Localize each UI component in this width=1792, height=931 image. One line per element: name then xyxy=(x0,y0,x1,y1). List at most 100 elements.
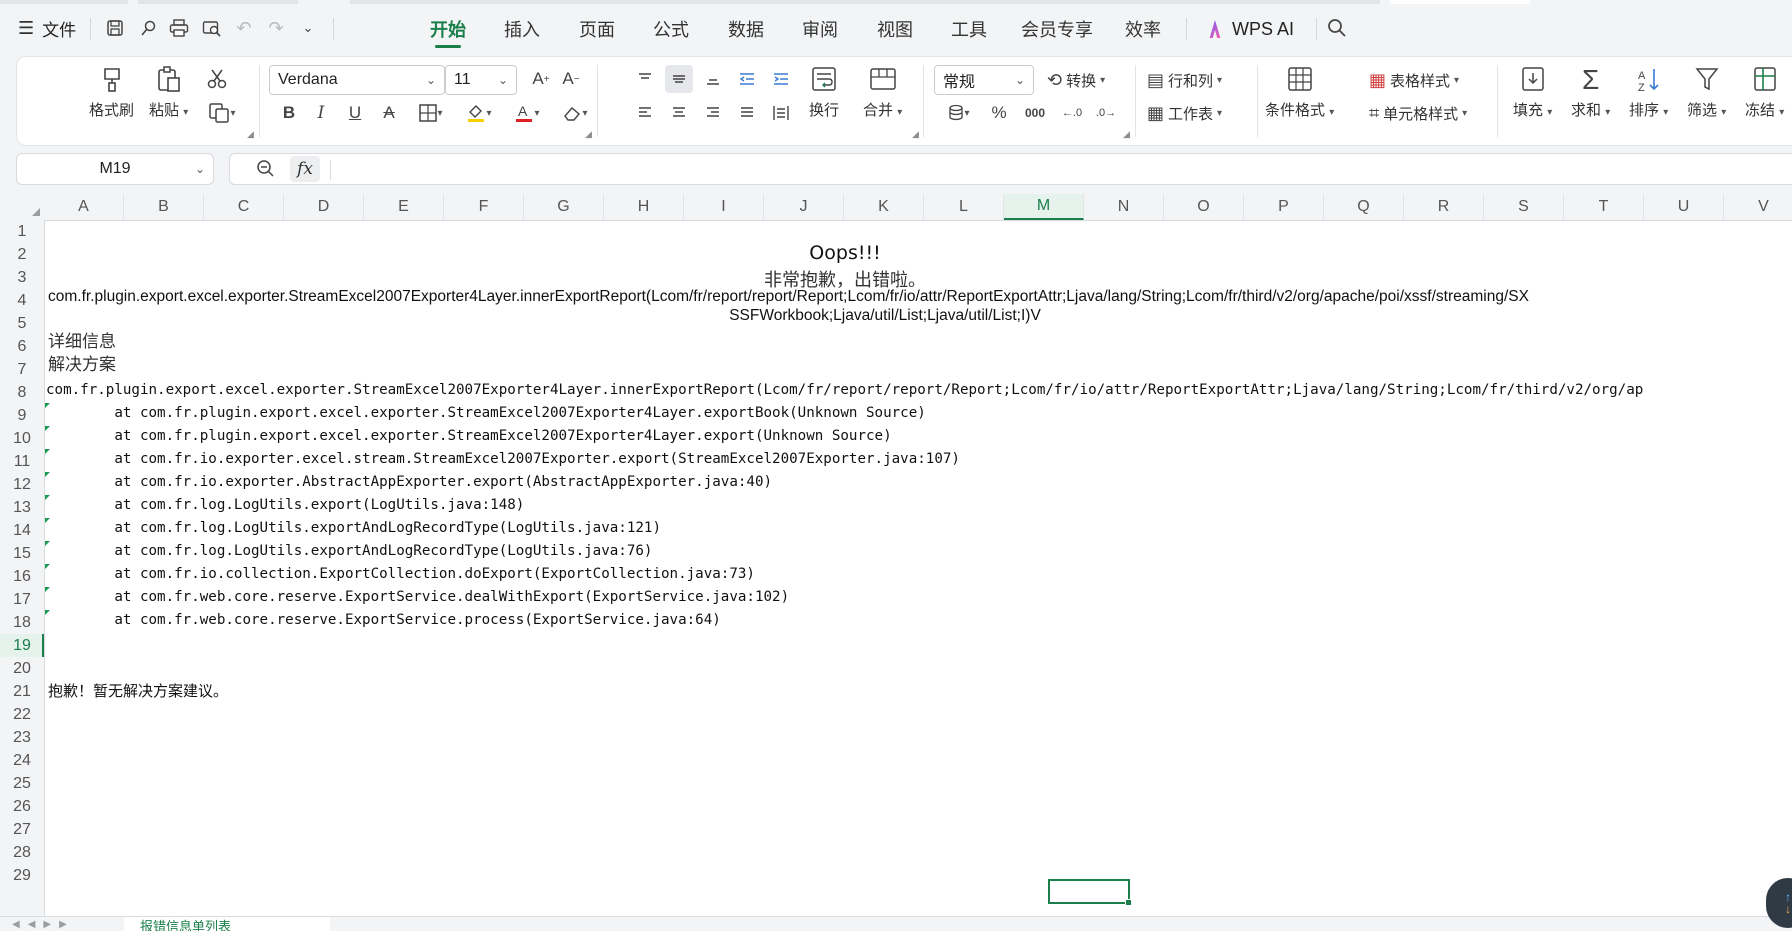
fill-color-button[interactable]: ▾ xyxy=(457,99,501,127)
column-header-j[interactable]: J xyxy=(764,194,844,220)
row-header-18[interactable]: 18 xyxy=(0,611,44,634)
clipboard-expand-icon[interactable]: ◢ xyxy=(247,129,254,140)
tab-insert[interactable]: 插入 xyxy=(500,14,544,44)
row-header-1[interactable]: 1 xyxy=(0,220,44,243)
row-header-5[interactable]: 5 xyxy=(0,312,44,335)
sort-button[interactable]: AZ 排序 ▾ xyxy=(1629,65,1668,120)
tab-home[interactable]: 开始 xyxy=(426,14,470,44)
column-header-q[interactable]: Q xyxy=(1324,194,1404,220)
row-header-6[interactable]: 6 xyxy=(0,335,44,358)
justify-icon[interactable] xyxy=(733,99,761,127)
print-preview-icon[interactable] xyxy=(197,14,227,42)
row-header-25[interactable]: 25 xyxy=(0,772,44,795)
cut-icon[interactable] xyxy=(202,65,232,93)
tab-data[interactable]: 数据 xyxy=(724,14,768,44)
tab-view[interactable]: 视图 xyxy=(873,14,917,44)
paste-button[interactable]: 粘贴 ▾ xyxy=(149,65,188,120)
formula-bar[interactable]: fx xyxy=(229,153,1792,185)
column-header-f[interactable]: F xyxy=(444,194,524,220)
row-header-2[interactable]: 2 xyxy=(0,243,44,266)
cell-style-button[interactable]: ⌗ 单元格样式 ▾ xyxy=(1369,99,1467,127)
column-header-a[interactable]: A xyxy=(44,194,124,220)
merge-button[interactable]: 合并 ▾ xyxy=(863,65,902,120)
file-menu[interactable]: ☰ 文件 xyxy=(18,16,76,41)
distributed-align-icon[interactable] xyxy=(767,99,795,127)
column-header-s[interactable]: S xyxy=(1484,194,1564,220)
clear-button[interactable]: ▾ xyxy=(553,99,597,127)
column-header-r[interactable]: R xyxy=(1404,194,1484,220)
column-header-h[interactable]: H xyxy=(604,194,684,220)
sheet-tab-active[interactable]: 报错信息单列表 xyxy=(124,917,330,931)
align-right-icon[interactable] xyxy=(699,99,727,127)
zoom-formula-icon[interactable] xyxy=(256,159,274,182)
currency-button[interactable]: ▾ xyxy=(937,99,981,127)
thousands-icon[interactable]: 000 xyxy=(1017,99,1053,127)
tab-page[interactable]: 页面 xyxy=(575,14,619,44)
row-header-11[interactable]: 11 xyxy=(0,450,44,473)
row-header-3[interactable]: 3 xyxy=(0,266,44,289)
increase-font-icon[interactable]: A + xyxy=(527,65,555,93)
row-header-22[interactable]: 22 xyxy=(0,703,44,726)
align-top-icon[interactable] xyxy=(631,65,659,93)
filter-button[interactable]: 筛选 ▾ xyxy=(1687,65,1726,120)
row-header-17[interactable]: 17 xyxy=(0,588,44,611)
row-header-19[interactable]: 19 xyxy=(0,634,44,657)
sheet-nav-arrows-icon[interactable]: ◀◀▶▶ xyxy=(12,919,75,930)
underline-icon[interactable]: U xyxy=(341,99,369,127)
font-size-select[interactable]: 11 ⌄ xyxy=(445,65,517,95)
tab-formula[interactable]: 公式 xyxy=(649,14,693,44)
column-header-n[interactable]: N xyxy=(1084,194,1164,220)
freeze-button[interactable]: 冻结 ▾ xyxy=(1745,65,1784,120)
column-header-k[interactable]: K xyxy=(844,194,924,220)
row-header-12[interactable]: 12 xyxy=(0,473,44,496)
more-chevron-icon[interactable]: ⌄ xyxy=(293,14,323,42)
row-header-8[interactable]: 8 xyxy=(0,381,44,404)
window-tab[interactable] xyxy=(350,0,1380,4)
worksheet-button[interactable]: ▦ 工作表 ▾ xyxy=(1147,99,1222,127)
table-style-button[interactable]: ▦ 表格样式 ▾ xyxy=(1369,66,1459,94)
column-header-d[interactable]: D xyxy=(284,194,364,220)
insert-function-icon[interactable]: fx xyxy=(290,156,320,182)
column-header-u[interactable]: U xyxy=(1644,194,1724,220)
column-header-m[interactable]: M xyxy=(1004,194,1084,220)
tab-efficiency[interactable]: 效率 xyxy=(1121,14,1165,44)
align-center-icon[interactable] xyxy=(665,99,693,127)
italic-icon[interactable]: I xyxy=(307,99,335,127)
column-header-v[interactable]: V xyxy=(1724,194,1792,220)
print-icon[interactable] xyxy=(164,14,194,42)
alignment-expand-icon[interactable]: ◢ xyxy=(912,129,919,140)
selected-cell-m19[interactable] xyxy=(1048,879,1132,906)
undo-icon[interactable]: ↶ xyxy=(229,14,259,42)
save-icon[interactable] xyxy=(100,14,130,42)
redo-icon[interactable]: ↷ xyxy=(261,14,291,42)
align-left-icon[interactable] xyxy=(631,99,659,127)
format-painter-icon[interactable] xyxy=(133,14,163,42)
tab-tools[interactable]: 工具 xyxy=(947,14,991,44)
row-header-9[interactable]: 9 xyxy=(0,404,44,427)
tab-member[interactable]: 会员专享 xyxy=(1019,14,1095,44)
row-header-7[interactable]: 7 xyxy=(0,358,44,381)
row-header-14[interactable]: 14 xyxy=(0,519,44,542)
decrease-indent-icon[interactable] xyxy=(733,65,761,93)
name-box[interactable]: M19 ⌄ xyxy=(16,153,214,185)
wps-ai-button[interactable]: WPS AI xyxy=(1206,14,1294,44)
conditional-format-button[interactable]: 条件格式 ▾ xyxy=(1265,65,1334,120)
increase-decimal-icon[interactable]: ←.0 xyxy=(1057,99,1087,127)
row-header-28[interactable]: 28 xyxy=(0,841,44,864)
row-header-26[interactable]: 26 xyxy=(0,795,44,818)
window-tab[interactable] xyxy=(138,0,298,4)
window-tab-active[interactable] xyxy=(1390,0,1530,4)
row-header-21[interactable]: 21 xyxy=(0,680,44,703)
row-header-16[interactable]: 16 xyxy=(0,565,44,588)
number-expand-icon[interactable]: ◢ xyxy=(1123,129,1130,140)
window-tab[interactable] xyxy=(0,0,128,4)
sum-button[interactable]: Σ 求和 ▾ xyxy=(1571,65,1610,120)
convert-button[interactable]: ⟲ 转换 ▾ xyxy=(1047,66,1105,94)
select-all-button[interactable] xyxy=(0,194,44,220)
row-header-4[interactable]: 4 xyxy=(0,289,44,312)
decrease-decimal-icon[interactable]: .0→ xyxy=(1091,99,1121,127)
border-button[interactable]: ▾ xyxy=(409,99,453,127)
decrease-font-icon[interactable]: A − xyxy=(557,65,585,93)
column-header-c[interactable]: C xyxy=(204,194,284,220)
row-header-15[interactable]: 15 xyxy=(0,542,44,565)
